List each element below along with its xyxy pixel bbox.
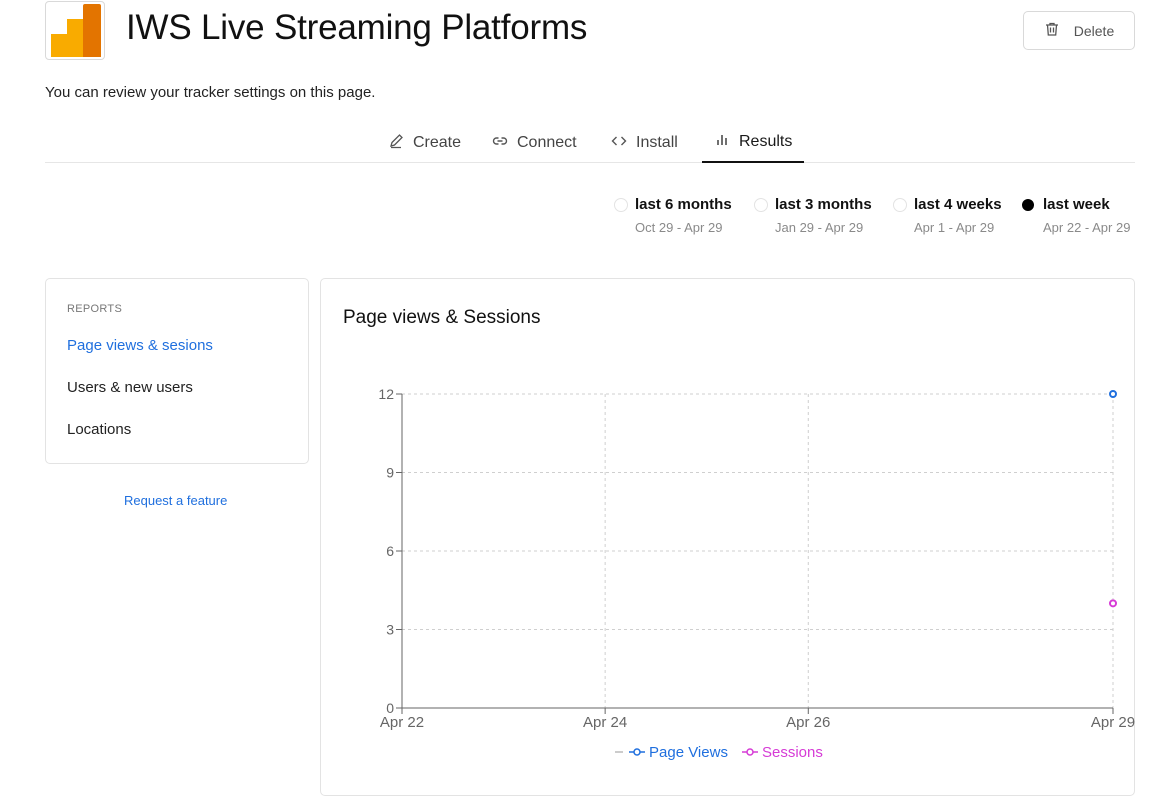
legend-label-page-views: Page Views	[649, 744, 728, 761]
reports-panel: REPORTS Page views & sesions Users & new…	[45, 278, 309, 464]
y-tick-label: 3	[386, 622, 394, 638]
tab-label: Create	[413, 134, 462, 151]
legend-marker-page-views	[633, 748, 641, 756]
request-feature-link[interactable]: Request a feature	[124, 493, 227, 508]
range-label: last week	[1043, 196, 1110, 213]
line-chart: 036912Apr 22 Apr 24 Apr 26 Apr 29Page Views…	[378, 386, 1135, 761]
x-tick-label: Apr 29	[1091, 714, 1135, 731]
y-tick-label: 6	[386, 543, 394, 559]
analytics-logo	[45, 1, 105, 60]
tab-label: Results	[739, 133, 793, 150]
delete-button[interactable]: Delete	[1023, 11, 1135, 50]
chart-card: Page views & Sessions 0 3 6 9 12 Apr 22 Apr 24…	[320, 278, 1135, 796]
data-point-page-views	[1109, 390, 1117, 398]
range-label: last 3 months	[775, 196, 872, 213]
y-tick-label: 12	[378, 386, 394, 402]
y-tick-label: 9	[386, 465, 394, 481]
bar-chart-icon	[714, 132, 730, 153]
delete-label: Delete	[1073, 22, 1115, 39]
range-dates: Apr 1 - Apr 29	[914, 220, 995, 235]
tab-connect[interactable]: Connect	[492, 123, 577, 163]
tab-bar: Create Connect Install Results	[45, 123, 1135, 163]
page-description: You can review your tracker settings on …	[45, 84, 376, 101]
legend-marker-sessions	[746, 748, 754, 756]
report-users-new-users[interactable]: Users & new users	[67, 379, 193, 396]
page-title: IWS Live Streaming Platforms	[126, 8, 588, 47]
trash-icon	[1044, 21, 1060, 40]
report-locations[interactable]: Locations	[67, 421, 131, 438]
reports-heading: REPORTS	[67, 303, 123, 315]
x-tick-label: Apr 26	[786, 714, 830, 731]
radio-button-selected[interactable]	[1022, 199, 1034, 211]
radio-button[interactable]	[893, 198, 907, 212]
radio-button[interactable]	[754, 198, 768, 212]
tab-results[interactable]: Results	[702, 123, 805, 163]
range-dates: Apr 22 - Apr 29	[1043, 220, 1131, 235]
tab-install[interactable]: Install	[611, 123, 678, 163]
range-label: last 4 weeks	[914, 196, 1002, 213]
tab-create[interactable]: Create	[388, 123, 461, 163]
radio-button[interactable]	[614, 198, 628, 212]
code-icon	[611, 133, 627, 154]
x-tick-label: Apr 22	[380, 714, 424, 731]
tab-label: Install	[636, 134, 678, 151]
range-dates: Jan 29 - Apr 29	[775, 220, 864, 235]
range-label: last 6 months	[635, 196, 732, 213]
report-page-views-sessions[interactable]: Page views & sesions	[67, 337, 213, 354]
x-tick-label: Apr 24	[583, 714, 627, 731]
pencil-icon	[388, 133, 404, 154]
tab-label: Connect	[517, 134, 577, 151]
range-dates: Oct 29 - Apr 29	[635, 220, 723, 235]
link-icon	[492, 133, 508, 154]
legend-label-sessions: Sessions	[762, 744, 823, 761]
data-point-sessions	[1109, 599, 1117, 608]
